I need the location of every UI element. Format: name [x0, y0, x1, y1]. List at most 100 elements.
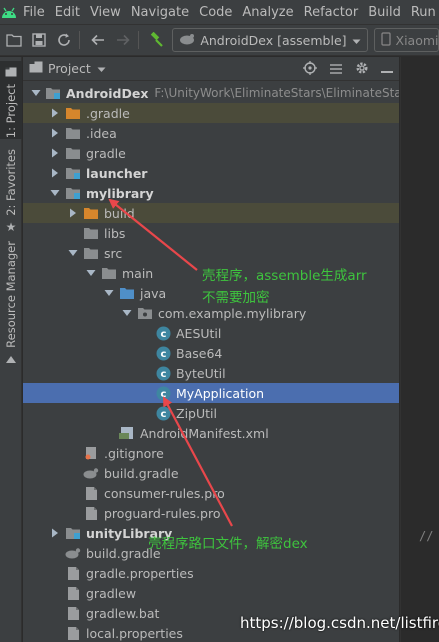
class-icon: c — [155, 385, 171, 401]
tree-row[interactable]: c MyApplication — [23, 383, 399, 403]
star-icon: ★ — [5, 219, 17, 234]
tree-row[interactable]: AndroidManifest.xml — [23, 423, 399, 443]
tree-row[interactable]: libs — [23, 223, 399, 243]
menu-build[interactable]: Build — [363, 5, 406, 20]
expand-arrow-right-icon[interactable] — [49, 523, 61, 543]
view-chevron-down-icon[interactable] — [97, 61, 106, 76]
expand-arrow-down-icon[interactable] — [31, 83, 41, 103]
resource-manager-tab-label: Resource Manager — [4, 241, 18, 348]
file-icon — [65, 605, 81, 621]
resource-manager-tool-tab[interactable]: Resource Manager — [0, 241, 22, 371]
folder-icon — [65, 145, 81, 161]
tree-item-label: .idea — [86, 125, 117, 141]
tree-row[interactable]: .gradle — [23, 103, 399, 123]
tree-row[interactable]: proguard-rules.pro — [23, 503, 399, 523]
tree-row[interactable]: mylibrary — [23, 183, 399, 203]
menu-run[interactable]: Run — [406, 5, 439, 20]
project-tab-label: 1: Project — [4, 84, 18, 139]
tree-row[interactable]: gradlew — [23, 583, 399, 603]
file-icon — [83, 505, 99, 521]
save-icon[interactable] — [28, 28, 50, 52]
orange-folder-icon — [65, 105, 81, 121]
svg-text:c: c — [160, 349, 166, 360]
project-path: F:\UnityWork\EliminateStars\EliminateSta… — [154, 86, 399, 100]
tree-row[interactable]: gradle.properties — [23, 563, 399, 583]
run-configuration-select[interactable]: AndroidDex [assemble] — [172, 28, 368, 52]
tree-row[interactable]: build.gradle — [23, 463, 399, 483]
locate-file-icon[interactable] — [303, 60, 317, 78]
folder-icon — [65, 125, 81, 141]
forward-arrow-icon[interactable] — [112, 28, 134, 52]
collapse-all-icon[interactable] — [329, 62, 343, 77]
menu-refactor[interactable]: Refactor — [299, 5, 364, 20]
project-panel-actions — [303, 57, 393, 81]
tree-row[interactable]: c AESUtil — [23, 323, 399, 343]
expand-arrow-down-icon[interactable] — [49, 183, 61, 203]
editor-area[interactable]: // — [400, 57, 439, 642]
expand-arrow-right-icon[interactable] — [49, 103, 61, 123]
expand-arrow-right-icon[interactable] — [67, 203, 79, 223]
expand-arrow-down-icon[interactable] — [103, 283, 115, 303]
menu-file[interactable]: File — [18, 5, 50, 20]
file-icon — [65, 565, 81, 581]
expand-arrow-right-icon[interactable] — [49, 163, 61, 183]
device-select[interactable]: Xiaomi — [373, 28, 439, 52]
expand-arrow-down-icon[interactable] — [67, 243, 79, 263]
tree-row[interactable]: c Base64 — [23, 343, 399, 363]
menu-edit[interactable]: Edit — [50, 5, 85, 20]
gear-icon[interactable] — [355, 61, 369, 78]
menu-analyze[interactable]: Analyze — [237, 5, 298, 20]
tree-item-label: MyApplication — [176, 385, 265, 401]
expand-arrow-down-icon[interactable] — [121, 303, 133, 323]
tree-item-label: launcher — [86, 165, 148, 181]
back-arrow-icon[interactable] — [87, 28, 109, 52]
toolbar-separator — [138, 31, 140, 49]
tree-row[interactable]: c ByteUtil — [23, 363, 399, 383]
open-folder-icon[interactable] — [3, 28, 25, 52]
tree-item-label: main — [122, 265, 154, 281]
module-folder-icon — [65, 525, 81, 541]
build-hammer-icon[interactable] — [146, 28, 168, 52]
project-panel-title[interactable]: Project — [48, 61, 91, 76]
orange-folder-icon — [83, 205, 99, 221]
menu-view[interactable]: View — [85, 5, 126, 20]
tree-row[interactable]: launcher — [23, 163, 399, 183]
tree-row[interactable]: .gitignore — [23, 443, 399, 463]
tree-row[interactable]: consumer-rules.pro — [23, 483, 399, 503]
gradle-config-icon — [179, 33, 195, 48]
tree-row[interactable]: c ZipUtil — [23, 403, 399, 423]
expand-arrow-right-icon[interactable] — [49, 143, 61, 163]
hide-panel-icon[interactable] — [381, 62, 393, 77]
expand-arrow-right-icon[interactable] — [49, 123, 61, 143]
menu-navigate[interactable]: Navigate — [126, 5, 194, 20]
menu-code[interactable]: Code — [194, 5, 237, 20]
tree-item-label: AndroidManifest.xml — [140, 425, 269, 441]
expand-arrow-down-icon[interactable] — [85, 263, 97, 283]
tree-row[interactable]: com.example.mylibrary — [23, 303, 399, 323]
svg-text:c: c — [160, 329, 166, 340]
class-icon: c — [155, 325, 171, 341]
gitignore-icon — [83, 445, 99, 461]
svg-text:c: c — [160, 369, 166, 380]
project-tool-tab[interactable]: 1: Project — [0, 61, 22, 139]
sync-icon[interactable] — [53, 28, 75, 52]
tree-row[interactable]: gradle — [23, 143, 399, 163]
class-icon: c — [155, 345, 171, 361]
tree-row[interactable]: build — [23, 203, 399, 223]
blue-folder-icon — [119, 285, 135, 301]
main-toolbar: AndroidDex [assemble] Xiaomi — [0, 24, 439, 56]
tree-row[interactable]: src — [23, 243, 399, 263]
favorites-tool-tab[interactable]: 2: Favorites ★ — [0, 149, 22, 234]
tree-row[interactable]: .idea — [23, 123, 399, 143]
tree-row[interactable]: AndroidDex F:\UnityWork\EliminateStars\El… — [23, 83, 399, 103]
